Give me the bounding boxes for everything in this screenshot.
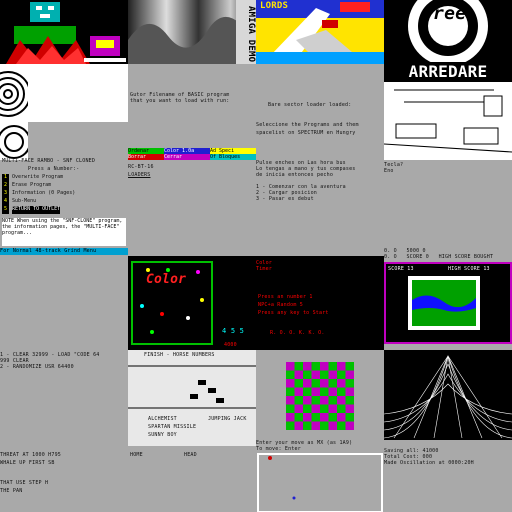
face-game-art (0, 0, 128, 64)
loader-line-6: THAT USE STEP H (0, 480, 49, 486)
tile-wireframe (384, 350, 512, 440)
spanish-line-6: 3 - Pasar es debut (256, 196, 314, 202)
basic-line-5: spacelist on SPECTRUM en Hungry (256, 130, 356, 136)
color-score-1: 4 5 5 (222, 327, 245, 335)
lords-title: LORDS (260, 1, 289, 11)
screenshot-mosaic: AMIGA DEMO LORDS free ARREDARE Gutor Fil… (0, 0, 512, 512)
loader-line-4: THREAT AT 1000 H795 (0, 452, 61, 458)
room-caption-2: Eno (384, 168, 394, 174)
tile-hiscore-game: SCORE 13 HIGH SCORE 13 (384, 262, 512, 344)
menu-item-key: 4 (2, 198, 10, 206)
small-label-2: LOADERS (128, 172, 151, 178)
tile-menu-panel: MULTI-FACE RAMBO - SNF CLONED Press a Nu… (0, 156, 128, 256)
tile-bottom-frame (256, 452, 384, 512)
menu-prompt: Press a Number:- (28, 166, 80, 172)
tile-red-menu: Color Timer Press an number 1 NPC+a Rand… (256, 256, 384, 350)
color-game-board (131, 261, 213, 345)
menu-item-label: RETURN TO OUTLET (12, 206, 61, 214)
room-drawing (384, 82, 512, 160)
race-name-2: JUMPING JACK (208, 416, 247, 422)
hypno-art (0, 64, 28, 160)
tile-wave-demo: AMIGA DEMO (128, 0, 256, 64)
bottom-small-1: HOME (130, 452, 143, 458)
spanish-line-3: de inicia entonces pecho (256, 172, 334, 178)
color-score-2: 4000 (224, 342, 237, 348)
tile-color-scores: 4 5 5 4000 (220, 256, 256, 350)
menu-item-label: Overwrite Program (12, 174, 64, 180)
race-header: FINISH - HORSE NUMBERS (144, 352, 215, 358)
chess-board (286, 362, 354, 430)
basic-line-2: that you want to load with run: (130, 98, 230, 104)
bottom-small-2: HEAD (184, 452, 197, 458)
menu-item-key: 1 (2, 174, 10, 182)
loader-line-3: 2 - RANDOMIZE USR 64400 (0, 364, 74, 370)
wave-title: AMIGA DEMO (246, 6, 256, 63)
tile-race: FINISH - HORSE NUMBERS ALCHEMIST JUMPING… (128, 350, 256, 446)
wave-art (128, 0, 256, 64)
tile-hypno-pattern (0, 64, 28, 160)
menu-title: MULTI-FACE RAMBO - SNF CLONED (2, 158, 96, 164)
menu-item-2[interactable]: 2 Erase Program (2, 182, 75, 190)
tile-basic-info: Gutor Filename of BASIC program that you… (128, 64, 384, 224)
red-menu-item-1[interactable]: Press an number 1 (258, 294, 313, 301)
menu-footer: For Normal 48-track Grind Menu (0, 248, 128, 255)
color-bar2-label-3: Of Bloques (210, 154, 256, 160)
hiscore-score: SCORE 13 (388, 266, 414, 272)
race-name-3: SPARTAN MISSILE (148, 424, 197, 430)
menu-item-key: 2 (2, 182, 10, 190)
loader-line-5: WHALE UP FIRST SB (0, 460, 55, 466)
color-bar2-label-2: Cerrar (164, 154, 210, 160)
basic-line-3: Bare sector loader loaded: (268, 102, 352, 108)
menu-list: 1 Overwrite Program 2 Erase Program 3 In… (2, 174, 75, 214)
menu-item-4[interactable]: 4 Sub-Menu (2, 198, 75, 206)
wireframe-art (384, 354, 512, 439)
race-track (128, 365, 256, 409)
menu-item-key: 3 (2, 190, 10, 198)
menu-item-label: Sub-Menu (12, 198, 37, 204)
hiscore-header: 0. O SCORE 0 HIGH SCORE BOUGHT (384, 254, 494, 260)
race-name-4: SUNNY BOY (148, 432, 177, 438)
menu-item-1[interactable]: 1 Overwrite Program (2, 174, 75, 182)
menu-note: NOTE When using the "SNF-CLONE" program,… (2, 218, 126, 246)
color-game-title: Color (146, 272, 187, 287)
hiscore-high: HIGH SCORE 13 (448, 266, 490, 272)
tile-arredare: free ARREDARE (384, 0, 512, 160)
tile-face-game (0, 0, 128, 64)
red-menu-item-3[interactable]: Press any key to Start (258, 310, 329, 317)
grid-footer-3: Made Oscillation at 0000:20H (384, 460, 474, 466)
menu-item-label: Information (0 Pages) (12, 190, 76, 196)
loader-line-7: THE PAN (0, 488, 23, 494)
color-bar-row-2: Borrar Cerrar Of Bloques (128, 154, 256, 160)
red-menu-item-2[interactable]: NPC+a Random 5 (258, 302, 303, 309)
basic-line-4: Seleccione the Programs and them (256, 122, 359, 128)
hiscore-river (408, 276, 480, 330)
red-menu-title-bottom: Timer (256, 266, 273, 272)
tile-blank-white (28, 64, 128, 122)
race-name-1: ALCHEMIST (148, 416, 177, 422)
menu-item-3[interactable]: 3 Information (0 Pages) (2, 190, 75, 198)
arredare-title: ARREDARE (384, 62, 512, 82)
menu-item-key: 5 (2, 206, 10, 214)
small-label-1: RC-BT-16 (128, 164, 154, 170)
menu-item-label: Erase Program (12, 182, 52, 188)
bottom-frame-art (257, 453, 383, 512)
arredare-logo-text: free (422, 3, 467, 24)
red-menu-bottom: R. O. O. K. K. O. (270, 330, 325, 336)
menu-item-5[interactable]: 5 RETURN TO OUTLET (2, 206, 75, 214)
tile-shuttle-lords: LORDS (256, 0, 384, 64)
tile-chess (256, 350, 384, 440)
tile-color-game: Color (128, 256, 220, 350)
color-bar2-label-1: Borrar (128, 154, 164, 160)
